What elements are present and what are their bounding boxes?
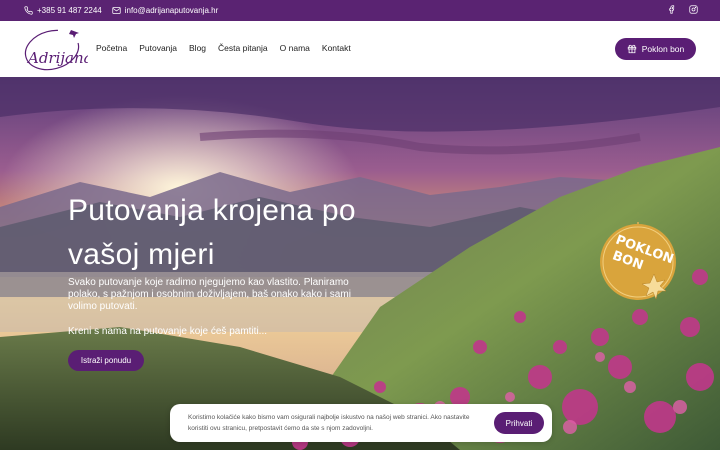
gift-voucher-badge[interactable]: POKLON BON: [598, 222, 678, 302]
nav-item-kontakt[interactable]: Kontakt: [322, 43, 351, 53]
nav-item-blog[interactable]: Blog: [189, 43, 206, 53]
nav-item-cesta-pitanja[interactable]: Česta pitanja: [218, 43, 268, 53]
phone-icon: [24, 6, 33, 15]
email-address: info@adrijanaputovanja.hr: [124, 6, 219, 15]
gift-voucher-label: Poklon bon: [641, 44, 685, 54]
phone-number: +385 91 487 2244: [37, 6, 102, 15]
cookie-banner: Koristimo kolačiće kako bismo vam osigur…: [170, 404, 552, 442]
instagram-icon[interactable]: [689, 5, 698, 14]
nav-item-putovanja[interactable]: Putovanja: [139, 43, 177, 53]
email-link[interactable]: info@adrijanaputovanja.hr: [112, 6, 219, 15]
phone-link[interactable]: +385 91 487 2244: [24, 6, 102, 15]
gift-icon: [627, 44, 636, 54]
top-bar: +385 91 487 2244 info@adrijanaputovanja.…: [0, 0, 720, 21]
logo[interactable]: Adrijana: [22, 25, 88, 73]
gift-voucher-button[interactable]: Poklon bon: [615, 38, 696, 60]
hero-section: Putovanja krojena po vašoj mjeri Svako p…: [0, 77, 720, 450]
nav-item-o-nama[interactable]: O nama: [280, 43, 310, 53]
main-nav: Početna Putovanja Blog Česta pitanja O n…: [96, 43, 351, 53]
hero-subtext: Kreni s nama na putovanje koje ćeš pamti…: [68, 326, 267, 337]
accept-cookies-button[interactable]: Prihvati: [494, 412, 544, 434]
hero-title: Putovanja krojena po vašoj mjeri: [68, 194, 356, 271]
nav-item-pocetna[interactable]: Početna: [96, 43, 127, 53]
facebook-icon[interactable]: [667, 5, 676, 14]
site-header: Adrijana Početna Putovanja Blog Česta pi…: [0, 21, 720, 77]
explore-offer-button[interactable]: Istraži ponudu: [68, 350, 144, 371]
hero-description: Svako putovanje koje radimo njegujemo ka…: [68, 277, 351, 312]
mail-icon: [112, 7, 121, 14]
logo-text: Adrijana: [26, 49, 88, 67]
cookie-message: Koristimo kolačiće kako bismo vam osigur…: [188, 414, 470, 432]
